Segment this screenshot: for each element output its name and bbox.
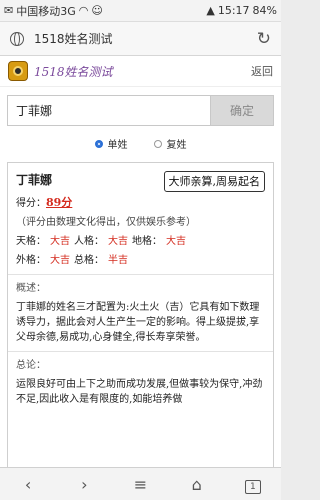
browser-nav-bar: ‹ › ≡ ⌂ 1 — [0, 467, 281, 500]
summary-title: 总论： — [16, 360, 46, 371]
grid-row: 外格： 大吉 总格： 半吉 — [16, 253, 265, 268]
status-time: 15:17 — [217, 4, 250, 17]
url-text[interactable]: 1518姓名测试 — [34, 30, 257, 47]
site-header: 1518姓名测试 返回 — [0, 56, 281, 87]
qq-icon: ☺ — [91, 4, 103, 17]
score-label: 得分： — [16, 198, 46, 209]
divider — [8, 274, 273, 275]
score-line: 得分：89分 — [16, 195, 265, 211]
tab-count: 1 — [244, 480, 261, 494]
reload-icon[interactable]: ↻ — [257, 29, 271, 49]
overview-text: 丁菲娜的姓名三才配置为:火土火（吉）它具有如下数理诱导力，据此会对人生产生一定的… — [16, 302, 260, 343]
radio-label: 复姓 — [166, 140, 187, 151]
grid-label: 人格： — [74, 236, 104, 247]
surname-type-group: 单姓 复姓 — [0, 136, 281, 151]
name-input[interactable]: 丁菲娜 — [7, 95, 210, 126]
grid-label: 天格： — [16, 236, 46, 247]
confirm-button[interactable]: 确定 — [210, 95, 274, 126]
address-bar[interactable]: 1518姓名测试 ↻ — [0, 22, 281, 56]
grid-value: 半吉 — [108, 255, 128, 266]
grid-value: 大吉 — [50, 255, 70, 266]
carrier-label: 中国移动3G — [16, 4, 76, 18]
summary-text: 运限良好可由上下之助而成功发展,但做事较为保守,冲劲不足,因此收入是有限度的,如… — [16, 379, 263, 405]
grid-value: 大吉 — [50, 236, 70, 247]
radio-compound-surname[interactable]: 复姓 — [153, 136, 187, 151]
wifi-icon: ◠ — [78, 4, 89, 17]
radio-unselected-icon — [153, 139, 162, 148]
radio-label: 单姓 — [107, 140, 128, 151]
master-naming-button[interactable]: 大师亲算,周易起名 — [163, 171, 265, 192]
grid-value: 大吉 — [166, 236, 186, 247]
overview-title: 概述： — [16, 283, 46, 294]
globe-icon — [10, 31, 24, 46]
divider — [8, 351, 273, 352]
back-arrow-icon[interactable]: ‹ — [13, 475, 43, 494]
result-card: 丁菲娜 大师亲算,周易起名 得分：89分 （评分由数理文化得出，仅供娱乐参考） … — [7, 162, 274, 468]
score-value: 89分 — [46, 196, 73, 209]
grid-label: 总格： — [74, 255, 104, 266]
notification-icon: ✉ — [4, 4, 14, 17]
grid-label: 地格： — [132, 236, 162, 247]
site-title[interactable]: 1518姓名测试 — [34, 63, 251, 80]
site-logo — [8, 61, 28, 81]
grid-row: 天格： 大吉 人格： 大吉 地格： 大吉 — [16, 234, 265, 249]
name-search-form: 丁菲娜 确定 — [7, 95, 274, 126]
tabs-button[interactable]: 1 — [238, 474, 268, 494]
web-page: 1518姓名测试 返回 丁菲娜 确定 单姓 复姓 丁菲娜 大师亲算,周易起名 得… — [0, 56, 281, 468]
radio-selected-icon — [94, 139, 103, 148]
status-bar: ✉ 中国移动3G ◠ ☺ ▲ 15:17 84% — [0, 0, 281, 22]
grid-label: 外格： — [16, 255, 46, 266]
battery-label: 84% — [252, 4, 277, 17]
forward-arrow-icon[interactable]: › — [69, 475, 99, 494]
radio-single-surname[interactable]: 单姓 — [94, 136, 128, 151]
score-note: （评分由数理文化得出，仅供娱乐参考） — [16, 217, 196, 228]
signal-icon: ▲ — [206, 4, 215, 17]
menu-icon[interactable]: ≡ — [125, 475, 155, 494]
home-icon[interactable]: ⌂ — [182, 475, 212, 494]
result-name: 丁菲娜 — [16, 173, 53, 187]
back-link[interactable]: 返回 — [251, 63, 273, 79]
grid-value: 大吉 — [108, 236, 128, 247]
